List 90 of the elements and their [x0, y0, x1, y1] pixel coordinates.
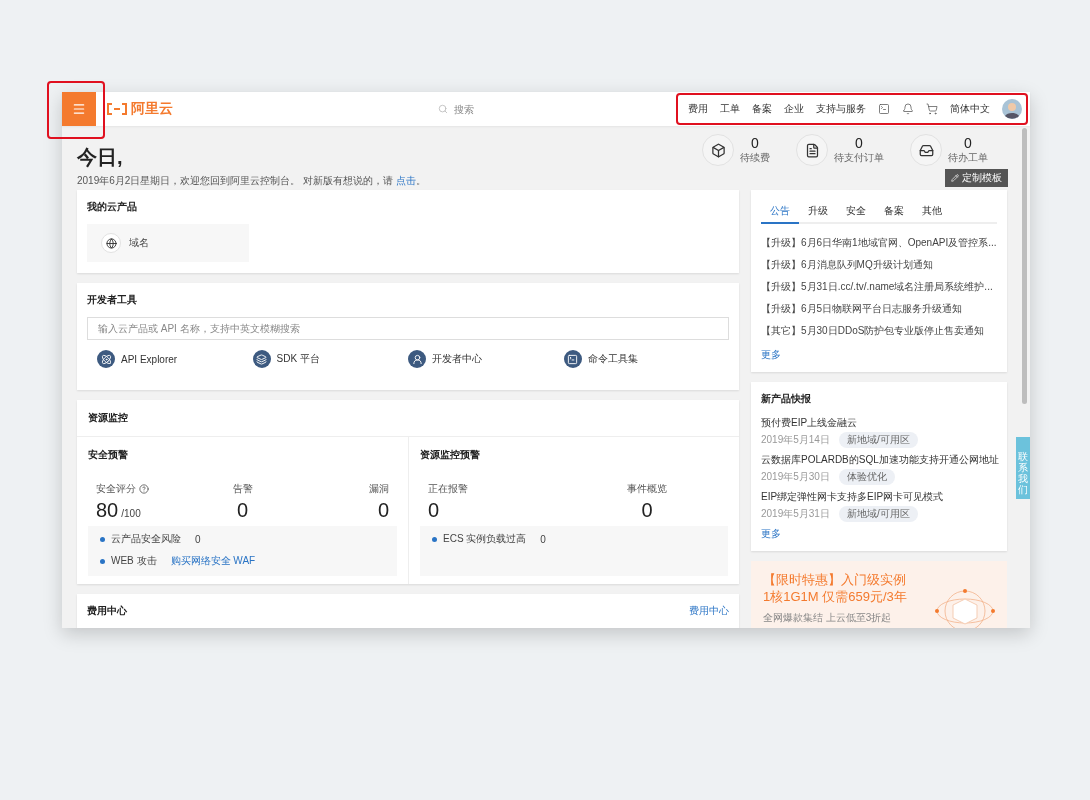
notice-tab[interactable]: 其他 [913, 200, 951, 224]
news-date: 2019年5月31日 [761, 507, 830, 521]
metric-value: 0 [641, 499, 653, 521]
panel-title: 资源监控预警 [420, 448, 481, 462]
terminal-icon [563, 350, 582, 368]
metric-value: 0 [236, 499, 249, 521]
nav-link[interactable]: 支持与服务 [810, 102, 872, 116]
globe-icon [101, 233, 121, 253]
metric-label: 事件概览 [627, 482, 667, 496]
nav-link[interactable]: 费用 [682, 102, 714, 116]
alert-count: 0 [195, 533, 201, 545]
bullet-dot [100, 536, 105, 542]
welcome-text: 2019年6月2日星期日，欢迎您回到阿里云控制台。 对新版有想说的，请 点击。 [77, 174, 426, 188]
nav-link[interactable]: 简体中文 [944, 102, 996, 116]
stat-label: 待支付订单 [834, 151, 884, 165]
alert-count: 0 [540, 533, 546, 545]
news-link[interactable]: 预付费EIP上线金融云 [761, 416, 858, 430]
tool-link[interactable]: API Explorer [97, 350, 253, 368]
nav-link[interactable]: 备案 [746, 102, 778, 116]
cube-icon [710, 142, 726, 158]
help-icon[interactable] [139, 484, 149, 494]
card-title: 开发者工具 [87, 293, 138, 307]
news-tag: 体验优化 [838, 469, 895, 485]
stat-value: 0 [964, 135, 972, 151]
notice-tab[interactable]: 安全 [837, 200, 875, 224]
card-title: 新产品快报 [761, 392, 812, 406]
metric-value: 0 [377, 499, 389, 521]
notice-link[interactable]: 【升级】6月6日华南1地域官网、OpenAPI及管控系... [761, 232, 997, 254]
panel-title: 安全预警 [88, 448, 129, 462]
notice-tab[interactable]: 备案 [875, 200, 913, 224]
nav-link[interactable]: 工单 [714, 102, 746, 116]
notice-link[interactable]: 【升级】6月消息队列MQ升级计划通知 [761, 254, 933, 276]
nav-link[interactable]: 企业 [778, 102, 810, 116]
page-title: 今日, [77, 145, 124, 170]
feedback-link[interactable]: 点击 [395, 175, 416, 186]
api-search-field[interactable]: 输入云产品或 API 名称，支持中英文模糊搜索 [87, 317, 729, 340]
billing-link[interactable]: 费用中心 [689, 604, 729, 618]
document-icon [804, 142, 820, 158]
atom-icon [97, 350, 115, 368]
bullet-dot [432, 536, 437, 542]
stat-value: 0 [855, 135, 863, 151]
alert-label: ECS 实例负载过高 [443, 532, 527, 546]
customize-template-button[interactable]: 定制模板 [945, 169, 1008, 187]
news-date: 2019年5月30日 [761, 470, 830, 484]
metric-suffix: /100 [121, 508, 141, 519]
scrollbar-thumb[interactable] [1022, 128, 1027, 404]
search-icon [438, 104, 448, 114]
notice-link[interactable]: 【升级】5月31日.cc/.tv/.name域名注册局系统维护... [761, 276, 993, 298]
notice-tab[interactable]: 公告 [761, 200, 799, 224]
promo-title: 【限时特惠】入门级实例 [763, 571, 907, 588]
buy-waf-link[interactable]: 购买网络安全 WAF [170, 554, 256, 568]
logo-icon [106, 103, 128, 115]
user-icon [408, 350, 426, 368]
alert-label: WEB 攻击 [111, 554, 157, 568]
promo-title: 1核1G1M 仅需659元/3年 [763, 588, 907, 605]
news-tag: 新地域/可用区 [838, 432, 918, 448]
news-tag: 新地域/可用区 [838, 506, 918, 522]
notice-link[interactable]: 【其它】5月30日DDoS防护包专业版停止售卖通知 [761, 320, 985, 342]
news-link[interactable]: 云数据库POLARDB的SQL加速功能支持开通公网地址 [761, 453, 999, 467]
notice-tab[interactable]: 升级 [799, 200, 837, 224]
inbox-icon [918, 142, 934, 158]
bullet-dot [100, 558, 105, 564]
avatar-icon[interactable] [1002, 99, 1022, 119]
promo-subtitle: 全网爆款集结 上云低至3折起 [763, 611, 893, 625]
alert-label: 云产品安全风险 [111, 532, 181, 546]
more-link[interactable]: 更多 [761, 527, 781, 541]
news-date: 2019年5月14日 [761, 433, 830, 447]
metric-value: 0 [428, 499, 440, 521]
logo-text: 阿里云 [131, 100, 173, 118]
tool-link[interactable]: SDK 平台 [252, 350, 408, 368]
metric-label: 告警 [232, 482, 253, 496]
news-link[interactable]: EIP绑定弹性网卡支持多EIP网卡可见模式 [761, 490, 944, 504]
stat-label: 待办工单 [948, 151, 988, 165]
menu-icon [72, 102, 86, 116]
metric-label: 正在报警 [428, 482, 468, 496]
card-title: 资源监控 [77, 400, 739, 437]
notice-link[interactable]: 【升级】6月5日物联网平台日志服务升级通知 [761, 298, 963, 320]
stat-value: 0 [751, 135, 759, 151]
layers-icon [252, 350, 271, 368]
metric-label: 漏洞 [369, 482, 389, 496]
pencil-icon [951, 174, 959, 182]
card-title: 费用中心 [87, 604, 127, 618]
more-link[interactable]: 更多 [761, 348, 781, 362]
card-title: 我的云产品 [87, 200, 138, 214]
metric-value: 80 [96, 499, 119, 521]
stat-label: 待续费 [740, 151, 770, 165]
metric-label: 安全评分 [96, 482, 136, 496]
tool-link[interactable]: 命令工具集 [563, 350, 719, 368]
tool-link[interactable]: 开发者中心 [408, 350, 564, 368]
product-tile[interactable]: 域名 [87, 224, 249, 262]
